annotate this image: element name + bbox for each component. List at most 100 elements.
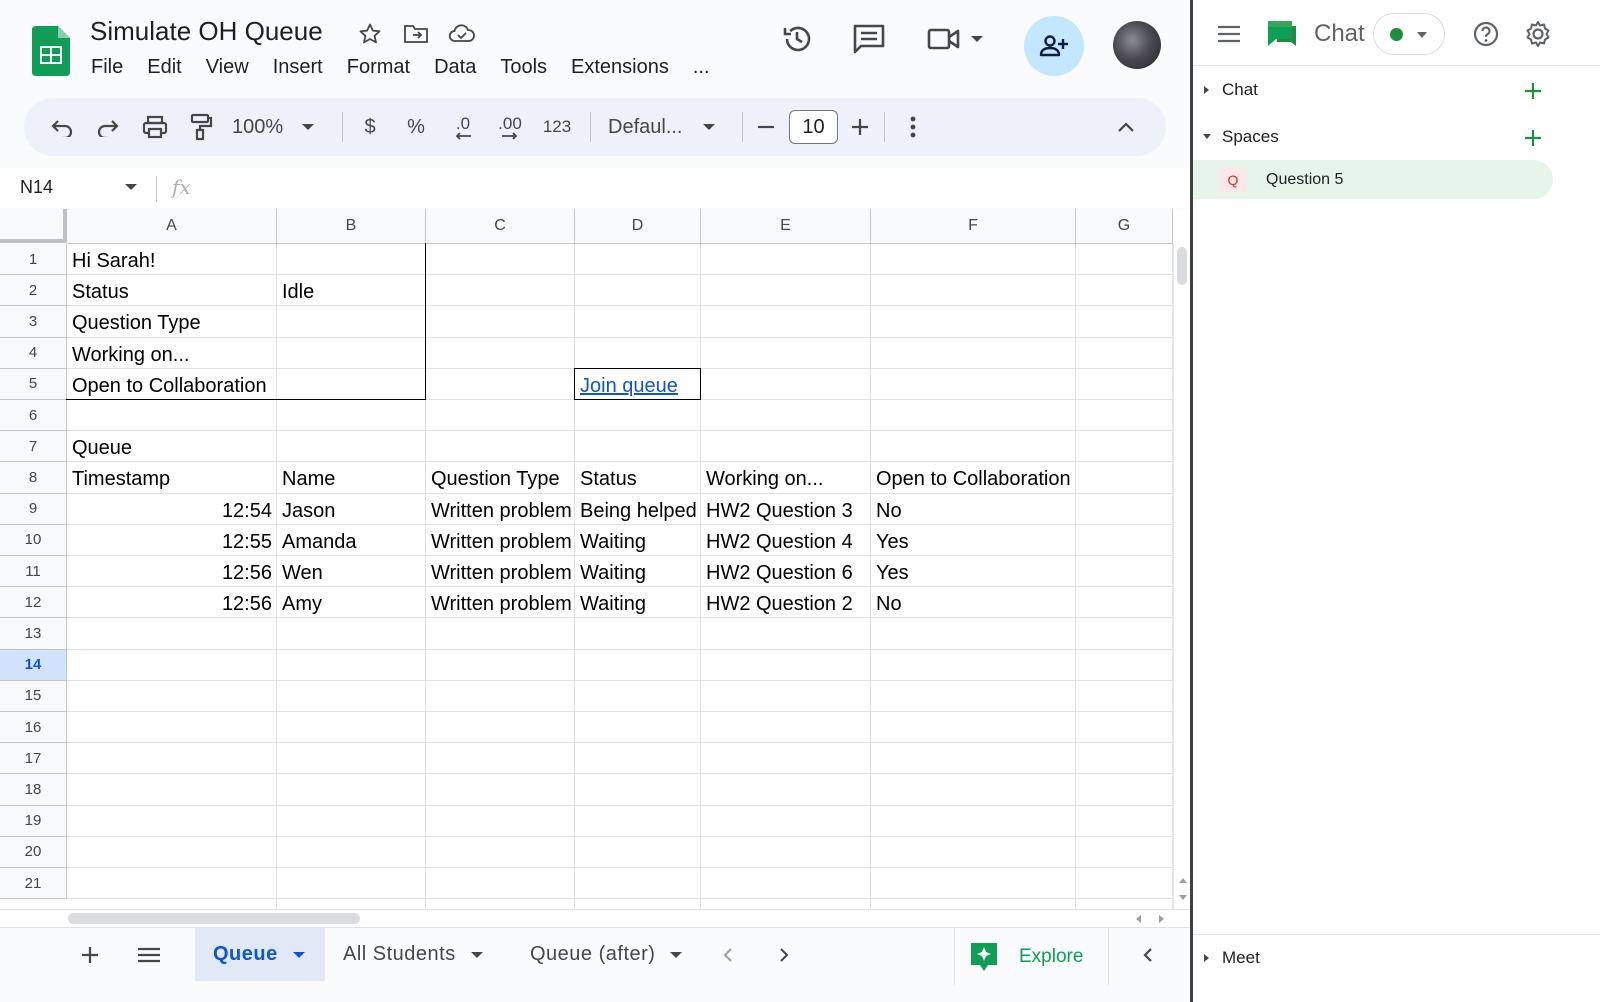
tab-queue-after[interactable]: Queue (after) [530, 928, 692, 981]
row-header[interactable]: 5 [0, 368, 67, 400]
row-header[interactable]: 17 [0, 743, 67, 775]
menu-format[interactable]: Format [347, 56, 410, 79]
column-header[interactable]: G [1076, 209, 1173, 244]
settings-gear-icon[interactable] [1524, 20, 1552, 48]
row-header[interactable]: 1 [0, 244, 67, 276]
meet-section-header[interactable]: Meet [1193, 938, 1600, 978]
increase-decimal-button[interactable]: .00 [494, 98, 526, 156]
horizontal-scrollbar[interactable] [0, 909, 1190, 927]
move-folder-icon[interactable] [402, 20, 430, 48]
menu-more[interactable]: ... [693, 56, 710, 79]
comments-button[interactable] [848, 18, 890, 60]
font-select[interactable]: Defaul... [608, 98, 728, 156]
tab-queue[interactable]: Queue [195, 928, 325, 981]
row-header[interactable]: 10 [0, 524, 67, 556]
name-box[interactable]: N14 [20, 177, 53, 198]
font-size-input[interactable]: 10 [789, 110, 838, 144]
scroll-left-icon[interactable] [1134, 914, 1142, 924]
plus-icon[interactable] [1524, 82, 1542, 100]
plus-icon[interactable] [1524, 129, 1542, 147]
menu-view[interactable]: View [206, 56, 249, 79]
row-header[interactable]: 20 [0, 836, 67, 868]
increase-font-size-button[interactable] [848, 98, 872, 156]
document-title[interactable]: Simulate OH Queue [90, 16, 323, 47]
row-header[interactable]: 21 [0, 868, 67, 900]
currency-format-button[interactable]: $ [358, 98, 382, 156]
main-menu-icon[interactable] [1217, 25, 1241, 43]
percent-format-button[interactable]: % [404, 98, 428, 156]
row-header[interactable]: 13 [0, 618, 67, 650]
cloud-saved-icon[interactable] [448, 20, 476, 48]
add-sheet-button[interactable] [78, 928, 102, 981]
explore-button[interactable]: Explore [954, 928, 1109, 985]
spaces-section-label: Spaces [1222, 127, 1279, 146]
row-header[interactable]: 4 [0, 337, 67, 369]
meet-button[interactable] [920, 18, 990, 60]
vertical-scroll-thumb[interactable] [1177, 247, 1187, 285]
column-header[interactable]: A [67, 209, 277, 244]
row-header[interactable]: 7 [0, 431, 67, 463]
select-all-corner[interactable] [0, 209, 67, 243]
gridline [67, 648, 1173, 650]
decrease-decimal-button[interactable]: .0 [448, 98, 478, 156]
row-header[interactable]: 6 [0, 400, 67, 432]
help-icon[interactable] [1473, 21, 1499, 47]
more-tools-button[interactable] [902, 98, 924, 156]
side-panel-toggle[interactable] [1140, 928, 1156, 981]
scroll-right-icon[interactable] [1158, 914, 1166, 924]
cell-area[interactable]: Hi Sarah! Status Idle Question Type Working … [66, 243, 1173, 909]
row-header[interactable]: 8 [0, 462, 67, 494]
chevron-down-icon [971, 36, 983, 42]
scroll-up-icon[interactable] [1178, 876, 1188, 884]
menu-edit[interactable]: Edit [147, 56, 181, 79]
spaces-section-header[interactable]: Spaces [1193, 117, 1600, 157]
version-history-button[interactable] [776, 18, 818, 60]
print-button[interactable] [140, 98, 170, 156]
collapse-menus-button[interactable] [1114, 98, 1138, 156]
row-header[interactable]: 2 [0, 275, 67, 307]
chat-section-header[interactable]: Chat [1193, 70, 1600, 110]
column-header[interactable]: F [871, 209, 1076, 244]
scroll-tabs-left-button[interactable] [720, 928, 736, 981]
column-header[interactable]: D [575, 209, 701, 244]
scroll-tabs-right-button[interactable] [776, 928, 792, 981]
space-item-question-5[interactable]: Q Question 5 [1193, 160, 1553, 199]
zoom-select[interactable]: 100% [232, 98, 332, 156]
sheet-tab-bar: Queue All Students Queue (after) Explore [0, 927, 1190, 985]
paint-format-button[interactable] [186, 98, 216, 156]
row-header[interactable]: 9 [0, 493, 67, 525]
chevron-down-icon[interactable] [124, 182, 138, 192]
decrease-font-size-button[interactable] [754, 98, 778, 156]
menu-file[interactable]: File [91, 56, 123, 79]
chevron-left-icon [1143, 947, 1152, 962]
scroll-down-icon[interactable] [1178, 894, 1188, 902]
horizontal-scroll-thumb[interactable] [68, 913, 360, 924]
all-sheets-button[interactable] [136, 928, 162, 981]
arrow-right-icon [502, 131, 518, 140]
tab-all-students[interactable]: All Students [343, 928, 503, 981]
menu-extensions[interactable]: Extensions [571, 56, 669, 79]
column-header[interactable]: B [277, 209, 426, 244]
row-header[interactable]: 16 [0, 712, 67, 744]
vertical-scrollbar[interactable] [1173, 244, 1190, 909]
star-icon[interactable] [356, 20, 384, 48]
menu-tools[interactable]: Tools [500, 56, 547, 79]
row-header[interactable]: 15 [0, 680, 67, 712]
row-header[interactable]: 14 [0, 649, 67, 681]
number-format-button[interactable]: 123 [540, 98, 574, 156]
share-button[interactable] [1024, 16, 1084, 76]
column-header[interactable]: E [701, 209, 871, 244]
menu-insert[interactable]: Insert [273, 56, 323, 79]
row-header[interactable]: 11 [0, 556, 67, 588]
menu-data[interactable]: Data [434, 56, 476, 79]
row-header[interactable]: 19 [0, 805, 67, 837]
undo-button[interactable] [48, 98, 76, 156]
status-selector[interactable] [1373, 13, 1445, 55]
redo-button[interactable] [94, 98, 122, 156]
row-header[interactable]: 18 [0, 774, 67, 806]
column-header[interactable]: C [426, 209, 575, 244]
avatar[interactable] [1113, 21, 1161, 69]
row-header[interactable]: 3 [0, 306, 67, 338]
sheets-logo-icon[interactable] [32, 26, 70, 76]
row-header[interactable]: 12 [0, 587, 67, 619]
